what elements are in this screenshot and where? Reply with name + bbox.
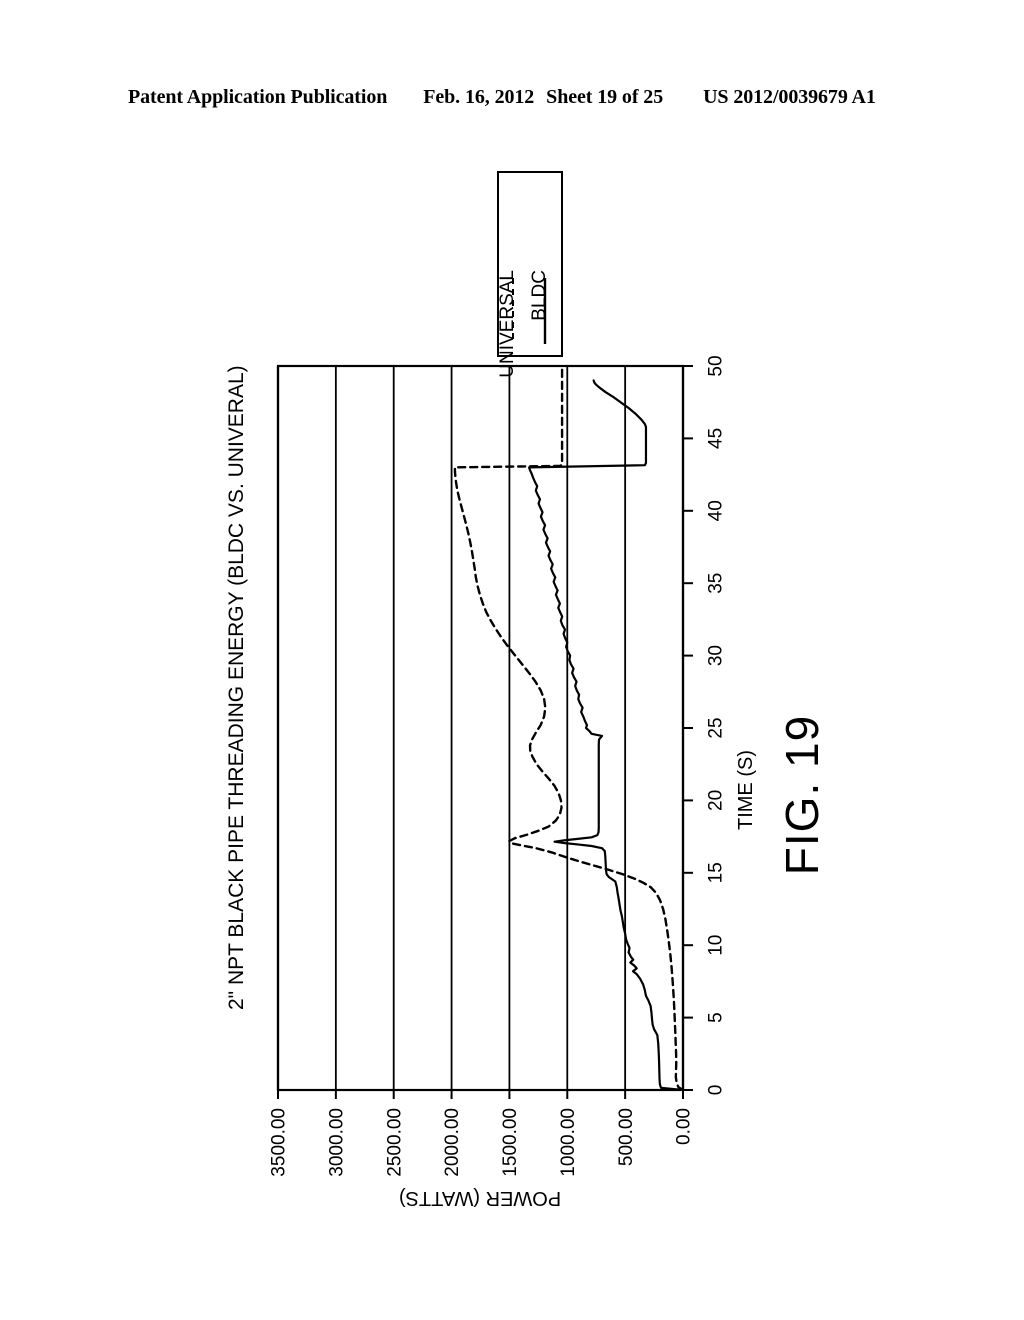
chart-series-group xyxy=(453,364,685,1092)
legend-label-bldc: BLDC xyxy=(529,270,550,321)
time-tick-label-20: 20 xyxy=(706,790,727,811)
time-tick-label-10: 10 xyxy=(706,935,727,956)
power-axis-ticks xyxy=(277,1090,684,1099)
time-tick-label-25: 25 xyxy=(706,717,727,738)
time-tick-label-40: 40 xyxy=(706,500,727,521)
power-axis-title: POWER (WATTS) xyxy=(399,1187,561,1209)
power-axis-tick-labels: 0.00 500.00 1000.00 1500.00 2000.00 2500.00 30… xyxy=(269,1108,695,1177)
power-tick-label-2500: 2500.00 xyxy=(384,1108,405,1177)
chart-legend: UNIVERSAL BLDC xyxy=(497,171,563,378)
power-tick-label-2000: 2000.00 xyxy=(442,1108,463,1177)
time-axis-title: TIME (S) xyxy=(735,750,757,830)
power-tick-label-3000: 3000.00 xyxy=(327,1108,348,1177)
time-tick-label-45: 45 xyxy=(706,428,727,449)
chart-gridlines xyxy=(276,366,685,1090)
power-tick-label-1000: 1000.00 xyxy=(558,1108,579,1177)
time-tick-label-15: 15 xyxy=(706,862,727,883)
chart-title: 2" NPT BLACK PIPE THREADING ENERGY (BLDC… xyxy=(225,365,248,1010)
time-tick-label-35: 35 xyxy=(706,573,727,594)
chart-canvas: 0.00 500.00 1000.00 1500.00 2000.00 2500.00 30… xyxy=(225,171,828,1209)
figure-19: 0.00 500.00 1000.00 1500.00 2000.00 2500.00 30… xyxy=(0,0,1024,1320)
time-axis-ticks xyxy=(683,365,693,1091)
time-tick-label-0: 0 xyxy=(706,1085,727,1096)
legend-label-universal: UNIVERSAL xyxy=(497,270,518,378)
power-tick-label-3500: 3500.00 xyxy=(269,1108,290,1177)
series-line-universal xyxy=(453,364,685,1092)
series-line-bldc xyxy=(527,379,685,1092)
time-axis-tick-labels: 0 5 10 15 20 25 30 35 40 45 50 xyxy=(706,355,727,1095)
plot-frame xyxy=(276,364,685,1092)
power-tick-label-500: 500.00 xyxy=(616,1108,637,1166)
power-tick-label-1500: 1500.00 xyxy=(500,1108,521,1177)
figure-caption: FIG. 19 xyxy=(776,715,828,875)
time-tick-label-5: 5 xyxy=(706,1012,727,1023)
time-tick-label-50: 50 xyxy=(706,355,727,376)
time-tick-label-30: 30 xyxy=(706,645,727,666)
power-tick-label-0: 0.00 xyxy=(674,1108,695,1145)
